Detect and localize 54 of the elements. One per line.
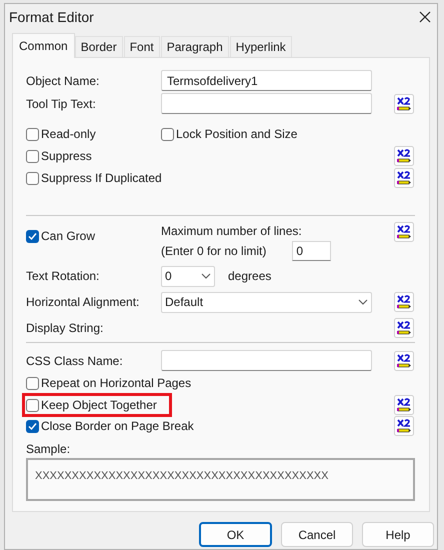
- close-icon[interactable]: [419, 11, 431, 23]
- text-field[interactable]: Termsofdelivery1: [161, 70, 372, 91]
- checkbox-label: Close Border on Page Break: [41, 418, 194, 435]
- dialog-button[interactable]: Help: [362, 522, 434, 547]
- tab[interactable]: Paragraph: [160, 36, 229, 57]
- checkbox-label: Can Grow: [41, 228, 96, 245]
- field-label: Display String:: [26, 320, 104, 337]
- checkbox[interactable]: [161, 128, 174, 140]
- dropdown[interactable]: 0: [161, 266, 215, 286]
- unit-label: degrees: [228, 268, 272, 285]
- field-label: Tool Tip Text:: [26, 96, 97, 112]
- checkbox[interactable]: [26, 150, 39, 162]
- formula-icon[interactable]: [394, 318, 414, 338]
- sample-label: Sample:: [26, 441, 72, 458]
- field-label: CSS Class Name:: [26, 352, 124, 370]
- text-field[interactable]: [161, 93, 372, 114]
- formula-icon[interactable]: [394, 146, 414, 166]
- hint-text: (Enter 0 for no limit): [161, 243, 266, 260]
- checkbox[interactable]: [26, 128, 39, 140]
- checkbox-label: Repeat on Horizontal Pages: [41, 375, 192, 392]
- field-label: Object Name:: [26, 72, 100, 90]
- chevron-down-icon: [201, 273, 211, 279]
- checkbox-label: Keep Object Together: [41, 397, 157, 414]
- dropdown[interactable]: Default: [161, 292, 372, 312]
- tab[interactable]: Common: [12, 33, 75, 58]
- number-field[interactable]: 0: [292, 241, 332, 261]
- tab[interactable]: Border: [74, 36, 123, 57]
- formula-icon[interactable]: [394, 94, 414, 114]
- checkbox-label: Suppress If Duplicated: [41, 170, 162, 187]
- formula-icon[interactable]: [394, 416, 414, 436]
- dialog-button[interactable]: OK: [199, 522, 272, 547]
- field-label: Text Rotation:: [26, 268, 100, 285]
- field-label: Horizontal Alignment:: [26, 294, 140, 311]
- tab[interactable]: Font: [124, 36, 160, 57]
- text-field[interactable]: [161, 350, 372, 371]
- window-title: Format Editor: [9, 8, 95, 26]
- checkbox[interactable]: [26, 376, 39, 390]
- checkbox-label: Read-only: [41, 126, 96, 143]
- sample-preview: XXXXXXXXXXXXXXXXXXXXXXXXXXXXXXXXXXXXXXXX: [26, 458, 415, 501]
- formula-icon[interactable]: [394, 395, 414, 415]
- chevron-down-icon: [358, 299, 368, 305]
- checkbox-label: Lock Position and Size: [176, 126, 298, 143]
- dialog-button[interactable]: Cancel: [281, 522, 353, 547]
- field-label: Maximum number of lines:: [161, 223, 303, 240]
- checkbox[interactable]: [26, 420, 39, 432]
- checkbox[interactable]: [26, 172, 39, 184]
- checkbox[interactable]: [26, 398, 39, 412]
- formula-icon[interactable]: [394, 350, 414, 370]
- formula-icon[interactable]: [394, 168, 414, 188]
- checkbox[interactable]: [26, 230, 39, 242]
- tab[interactable]: Hyperlink: [230, 36, 292, 57]
- checkbox-label: Suppress: [41, 148, 92, 165]
- formula-icon[interactable]: [394, 222, 414, 242]
- formula-icon[interactable]: [394, 292, 414, 312]
